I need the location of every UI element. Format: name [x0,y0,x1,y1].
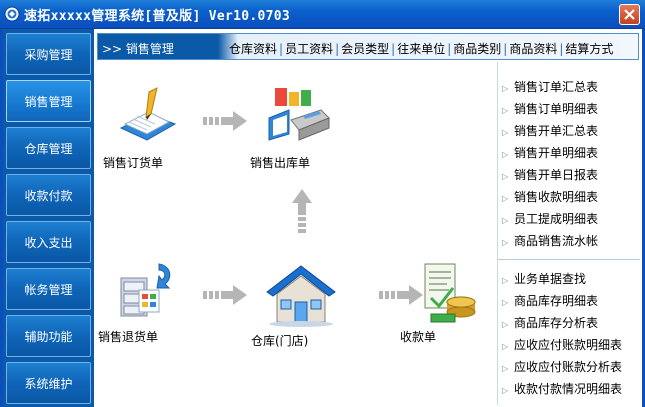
report-link-label: 应收应付账款明细表 [514,338,623,352]
quick-links: 仓库资料 | 员工资料 | 会员类型 | 往来单位 | 商品类别 | 商品资料 | 结算方式 [229,40,613,57]
sales-outbound-label: 销售出库单 [250,156,311,170]
sales-flow-diagram: 销售订货单 销售出库单 销售退货单 仓库(门店) 收款单 [97,62,497,405]
receipt-node[interactable] [419,258,481,328]
report-link-label: 销售开单汇总表 [514,124,599,138]
receipt-money-icon [424,263,476,323]
sidebar-item-label: 帐务管理 [24,282,73,297]
report-link-label: 销售订单汇总表 [514,80,599,94]
sidebar-item-label: 收入支出 [24,235,73,250]
report-link[interactable]: ▷ 收款付款情况明细表 [502,380,622,397]
close-icon [624,9,635,20]
bullet-arrow-icon: ▷ [502,150,509,159]
bullet-arrow-icon: ▷ [502,364,509,373]
sales-return-label: 销售退货单 [98,330,159,344]
bullet-arrow-icon: ▷ [502,128,509,137]
warehouse-node[interactable] [263,262,339,328]
sales-order-label: 销售订货单 [103,156,164,170]
bullet-arrow-icon: ▷ [502,298,509,307]
sales-outbound-node[interactable] [263,82,335,154]
report-link[interactable]: ▷ 销售订单汇总表 [502,78,598,95]
sidebar-item-purchase[interactable]: 采购管理 [6,33,91,75]
sidebar-item-accounts[interactable]: 帐务管理 [6,268,91,310]
bullet-arrow-icon: ▷ [502,320,509,329]
report-link-label: 销售开单明细表 [514,146,599,160]
divider [498,259,640,260]
arrow-up-icon [292,189,312,233]
report-link[interactable]: ▷ 商品库存明细表 [502,292,598,309]
report-link[interactable]: ▷ 应收应付账款明细表 [502,336,622,353]
report-link[interactable]: ▷ 商品销售流水帐 [502,232,598,249]
sidebar-item-label: 仓库管理 [24,141,73,156]
link-separator: | [335,42,340,56]
report-link-label: 员工提成明细表 [514,212,599,226]
report-link[interactable]: ▷ 应收应付账款分析表 [502,358,622,375]
sidebar: 采购管理 销售管理 仓库管理 收款付款 收入支出 帐务管理 辅助功能 系统维护 [3,29,94,407]
sales-outbound-icon [268,88,330,141]
report-link[interactable]: ▷ 商品库存分析表 [502,314,598,331]
link-separator: | [279,42,284,56]
report-link[interactable]: ▷ 销售开单汇总表 [502,122,598,139]
report-link-label: 业务单据查找 [514,272,587,286]
report-link-label: 商品库存分析表 [514,316,599,330]
report-link[interactable]: ▷ 销售开单日报表 [502,166,598,183]
title-bar: 速拓xxxxx管理系统[普及版] Ver10.0703 [0,0,645,29]
sidebar-item-auxiliary[interactable]: 辅助功能 [6,315,91,357]
sidebar-item-receipts-payments[interactable]: 收款付款 [6,174,91,216]
bullet-arrow-icon: ▷ [502,172,509,181]
bullet-arrow-icon: ▷ [502,276,509,285]
report-link-label: 销售订单明细表 [514,102,599,116]
close-button[interactable] [619,4,640,25]
report-link[interactable]: ▷ 销售收款明细表 [502,188,598,205]
sidebar-item-label: 收款付款 [24,188,73,203]
link-separator: | [391,42,396,56]
sidebar-item-label: 采购管理 [24,47,73,62]
link-warehouse-info[interactable]: 仓库资料 [229,42,277,56]
breadcrumb: >> 销售管理 [102,42,174,56]
sales-order-node[interactable] [113,84,183,154]
sales-return-icon [120,263,171,317]
bullet-arrow-icon: ▷ [502,106,509,115]
report-link-label: 收款付款情况明细表 [514,382,623,396]
report-link-label: 商品销售流水帐 [514,234,599,248]
sales-order-icon [119,87,177,141]
report-link-label: 应收应付账款分析表 [514,360,623,374]
report-link[interactable]: ▷ 员工提成明细表 [502,210,598,227]
sidebar-item-income-expense[interactable]: 收入支出 [6,221,91,263]
arrow-right-icon [203,111,247,131]
window-title: 速拓xxxxx管理系统[普及版] Ver10.0703 [24,9,290,24]
bullet-arrow-icon: ▷ [502,216,509,225]
report-link-label: 销售收款明细表 [514,190,599,204]
bullet-arrow-icon: ▷ [502,238,509,247]
quick-links-bar: >> 销售管理 仓库资料 | 员工资料 | 会员类型 | 往来单位 | 商品类别 | 商品资料 | 结算… [97,33,639,60]
report-link-label: 销售开单日报表 [514,168,599,182]
report-links-panel: ▷ 销售订单汇总表 ▷ 销售订单明细表 ▷ 销售开单汇总表 ▷ 销售开单明细表 ▷ 销售开… [497,62,640,405]
link-trading-partners[interactable]: 往来单位 [397,42,445,56]
receipt-label: 收款单 [400,330,437,344]
sidebar-item-label: 辅助功能 [24,329,73,344]
app-icon [4,6,20,22]
link-employee-info[interactable]: 员工资料 [285,42,333,56]
bullet-arrow-icon: ▷ [502,84,509,93]
link-product-info[interactable]: 商品资料 [509,42,557,56]
arrow-right-icon [203,285,247,305]
report-link[interactable]: ▷ 业务单据查找 [502,270,586,287]
warehouse-label: 仓库(门店) [251,334,309,348]
house-icon [266,265,336,327]
report-link-label: 商品库存明细表 [514,294,599,308]
sidebar-item-sales[interactable]: 销售管理 [6,80,91,122]
link-settlement-methods[interactable]: 结算方式 [565,42,613,56]
sales-return-node[interactable] [115,260,181,326]
link-product-categories[interactable]: 商品类别 [453,42,501,56]
sidebar-item-system[interactable]: 系统维护 [6,362,91,404]
bullet-arrow-icon: ▷ [502,386,509,395]
report-link[interactable]: ▷ 销售开单明细表 [502,144,598,161]
report-link[interactable]: ▷ 销售订单明细表 [502,100,598,117]
link-member-types[interactable]: 会员类型 [341,42,389,56]
sidebar-item-label: 系统维护 [24,376,73,391]
bullet-arrow-icon: ▷ [502,342,509,351]
sidebar-item-label: 销售管理 [24,94,73,109]
bullet-arrow-icon: ▷ [502,194,509,203]
sidebar-item-warehouse[interactable]: 仓库管理 [6,127,91,169]
